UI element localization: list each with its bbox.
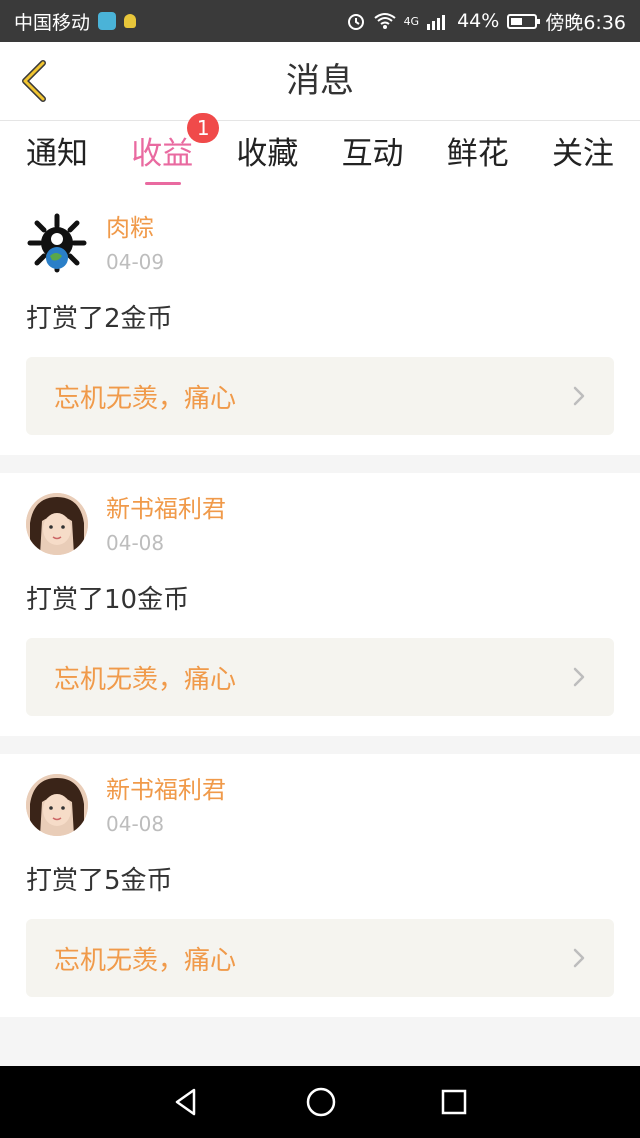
user-meta: 肉粽 04-09 [106,212,164,274]
tab-earnings[interactable]: 收益 1 [131,113,220,191]
tab-interaction[interactable]: 互动 [342,121,404,191]
book-link[interactable]: 忘机无羡，痛心 [26,638,614,716]
shield-icon [98,12,117,30]
message-card: 肉粽 04-09 打赏了2金币 忘机无羡，痛心 [0,192,640,455]
wifi-icon [373,13,396,29]
tab-flowers[interactable]: 鲜花 [447,121,509,191]
network-label: 4G [403,14,420,28]
clock: 傍晚6:36 [545,11,626,34]
message-date: 04-08 [106,812,165,836]
reward-text: 打赏了5金币 [26,866,173,896]
tab-active-indicator [145,182,182,185]
card-header: 肉粽 04-09 [26,212,614,274]
tab-label: 互动 [341,136,404,172]
tab-label: 关注 [551,136,614,172]
tab-label: 收藏 [236,136,299,172]
bulb-icon [124,14,137,28]
notification-badge: 1 [187,113,220,143]
alarm-icon [347,14,364,30]
back-triangle-icon[interactable] [172,1087,202,1117]
username[interactable]: 肉粽 [106,212,164,244]
card-header: 新书福利君 04-08 [26,774,614,836]
reward-text: 打赏了2金币 [26,304,173,334]
message-card: 新书福利君 04-08 打赏了5金币 忘机无羡，痛心 [0,754,640,1017]
girl-avatar-icon [26,774,88,836]
battery-icon [507,13,541,29]
avatar[interactable] [26,212,88,274]
book-link[interactable]: 忘机无羡，痛心 [26,919,614,997]
book-title: 忘机无羡，痛心 [54,945,237,976]
status-right: 4G 44% 傍晚6:36 [346,8,626,35]
recents-square-icon[interactable] [440,1088,468,1116]
message-date: 04-08 [106,531,165,555]
tab-bar: 通知 收益 1 收藏 互动 鲜花 关注 [0,113,640,191]
avatar[interactable] [26,493,88,555]
tab-notice[interactable]: 通知 [26,121,88,191]
book-title: 忘机无羡，痛心 [54,383,237,414]
gear-globe-avatar-icon [27,213,87,273]
signal-icon [427,15,446,30]
book-link[interactable]: 忘机无羡，痛心 [26,357,614,435]
battery-percent: 44% [457,10,500,32]
header-bar: 消息 [0,42,640,121]
user-meta: 新书福利君 04-08 [106,493,226,555]
tab-label: 鲜花 [446,136,509,172]
chevron-right-icon [573,948,585,968]
chevron-right-icon [573,667,585,687]
message-feed[interactable]: 肉粽 04-09 打赏了2金币 忘机无羡，痛心 新书福利君 04-08 打赏了1… [0,192,640,1066]
username[interactable]: 新书福利君 [106,774,226,806]
tab-collection[interactable]: 收藏 [236,121,298,191]
status-bar: 中国移动 4G 44% 傍晚6:36 [0,0,640,42]
carrier-label: 中国移动 [14,11,91,34]
status-left: 中国移动 [14,8,137,35]
reward-text: 打赏了10金币 [26,585,190,615]
user-meta: 新书福利君 04-08 [106,774,226,836]
message-card: 新书福利君 04-08 打赏了10金币 忘机无羡，痛心 [0,473,640,736]
tab-label: 收益 [131,136,194,172]
message-date: 04-09 [106,250,165,274]
tab-label: 通知 [26,136,88,172]
chevron-right-icon [573,386,585,406]
username[interactable]: 新书福利君 [106,493,226,525]
system-nav-bar [0,1066,640,1138]
girl-avatar-icon [26,493,88,555]
card-header: 新书福利君 04-08 [26,493,614,555]
tab-follow[interactable]: 关注 [552,121,614,191]
page-title: 消息 [286,61,354,101]
avatar[interactable] [26,774,88,836]
home-circle-icon[interactable] [305,1086,337,1118]
book-title: 忘机无羡，痛心 [54,664,237,695]
